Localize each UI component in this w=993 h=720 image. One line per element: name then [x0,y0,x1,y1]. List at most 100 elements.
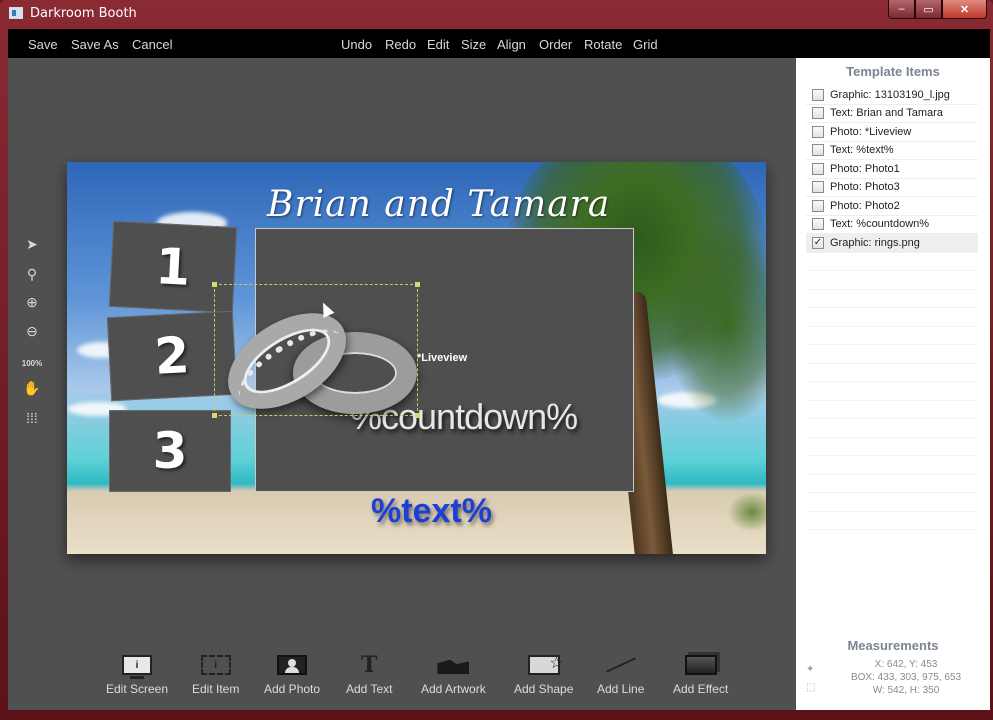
redo-button[interactable]: Redo [385,37,416,52]
list-item[interactable]: ✓ Graphic: rings.png [806,234,978,253]
list-item[interactable]: Photo: Photo1 [806,160,978,179]
empty-row [806,253,978,271]
empty-row [806,493,978,512]
rotate-menu[interactable]: Rotate [584,37,622,52]
zoom-in-icon[interactable]: ⊕ [22,292,42,312]
empty-row [806,401,978,419]
resize-handle[interactable] [212,282,217,287]
measurements-title: Measurements [847,638,939,653]
text-variable[interactable]: %text% [371,492,492,531]
bounding-box-icon: ⬚ [806,682,816,693]
edit-item-icon: i [200,655,231,675]
zoom-out-icon[interactable]: ⊖ [22,321,42,341]
grid-dots-icon[interactable]: ⁞⁞⁞ [22,408,42,428]
list-item-label: Photo: *Liveview [830,125,912,138]
undo-button[interactable]: Undo [341,37,372,52]
cursor-position-readout: X: 642, Y: 453 [874,659,938,670]
empty-row [806,419,978,438]
align-menu[interactable]: Align [497,37,526,52]
add-artwork-label: Add Artwork [421,682,486,696]
list-item[interactable]: Photo: Photo2 [806,197,978,216]
size-menu[interactable]: Size [461,37,486,52]
list-item-label: Photo: Photo3 [830,181,900,194]
order-menu[interactable]: Order [539,37,572,52]
canvas-title-text[interactable]: Brian and Tamara [267,184,610,225]
list-item[interactable]: Photo: Photo3 [806,179,978,197]
add-photo-button[interactable]: Add Photo [264,654,320,696]
list-item[interactable]: Text: Brian and Tamara [806,105,978,123]
edit-item-label: Edit Item [192,682,240,696]
add-text-button[interactable]: T Add Text [346,652,393,696]
list-item[interactable]: Text: %text% [806,142,978,160]
empty-row [806,364,978,382]
template-canvas[interactable]: Brian and Tamara 1 2 3 *Liveview %countd… [67,162,766,554]
maximize-button[interactable]: ▭ [915,0,942,19]
edit-screen-button[interactable]: i Edit Screen [106,654,168,696]
add-line-label: Add Line [597,682,645,696]
empty-row [806,327,978,345]
checkbox[interactable] [812,144,824,157]
window-bottom-border [0,710,993,720]
zoom-icon[interactable]: ⚲ [22,264,42,284]
edit-menu[interactable]: Edit [427,37,449,52]
list-item-label: Graphic: 13103190_l.jpg [830,88,950,101]
list-item-label: Text: %countdown% [830,218,930,231]
checkbox[interactable] [812,199,824,212]
text-icon: T [361,652,378,678]
monitor-icon: i [122,655,153,679]
bounding-box-readout: BOX: 433, 303, 975, 653 [850,672,962,683]
save-button[interactable]: Save [28,37,58,52]
checkbox[interactable] [812,107,824,120]
add-effect-button[interactable]: Add Effect [673,654,728,696]
close-button[interactable]: ✕ [942,0,987,19]
add-photo-label: Add Photo [264,682,321,696]
list-item-label: Text: %text% [830,144,894,157]
beach-bush [727,492,766,532]
edit-item-button[interactable]: i Edit Item [192,654,239,696]
add-shape-button[interactable]: Add Shape [514,653,573,696]
minimize-button[interactable]: – [888,0,915,19]
photo3-frame[interactable]: 3 [109,410,231,492]
add-effect-label: Add Effect [673,682,729,696]
resize-handle[interactable] [212,413,217,418]
title-bar: Darkroom Booth – ▭ ✕ [0,0,993,28]
grid-menu[interactable]: Grid [633,37,658,52]
checkbox[interactable] [812,181,824,194]
selection-box[interactable] [214,284,418,416]
select-arrow-icon[interactable]: ➤ [22,234,42,254]
list-item-label: Photo: Photo2 [830,199,900,212]
list-item[interactable]: Text: %countdown% [806,216,978,234]
resize-handle[interactable] [415,282,420,287]
save-as-button[interactable]: Save As [71,37,119,52]
empty-row [806,308,978,327]
empty-row [806,475,978,493]
empty-row [806,382,978,401]
resize-handle[interactable] [415,413,420,418]
list-item[interactable]: Graphic: 13103190_l.jpg [806,86,978,105]
cancel-button[interactable]: Cancel [132,37,172,52]
list-item-label: Photo: Photo1 [830,162,900,175]
add-artwork-button[interactable]: Add Artwork [421,654,486,696]
checkbox[interactable] [812,162,824,175]
checkbox[interactable] [812,218,824,231]
empty-row [806,271,978,290]
pan-hand-icon[interactable]: ✋ [22,378,42,398]
shape-icon [527,653,564,675]
empty-row [806,512,978,530]
empty-row [806,438,978,456]
size-readout: W: 542, H: 350 [872,685,940,696]
artwork-icon [437,659,470,674]
checkbox[interactable] [812,125,824,138]
add-text-label: Add Text [346,682,393,696]
empty-row [806,290,978,308]
zoom-100-button[interactable]: 100% [22,353,42,373]
list-item-label: Graphic: rings.png [830,236,920,249]
window-controls: – ▭ ✕ [888,0,987,19]
add-line-button[interactable]: Add Line [597,654,644,696]
liveview-label: *Liveview [417,352,468,364]
template-items-list: Graphic: 13103190_l.jpg Text: Brian and … [806,86,978,530]
checkbox-checked[interactable]: ✓ [812,236,824,249]
list-item[interactable]: Photo: *Liveview [806,123,978,142]
effect-icon [684,655,717,675]
checkbox[interactable] [812,88,824,101]
